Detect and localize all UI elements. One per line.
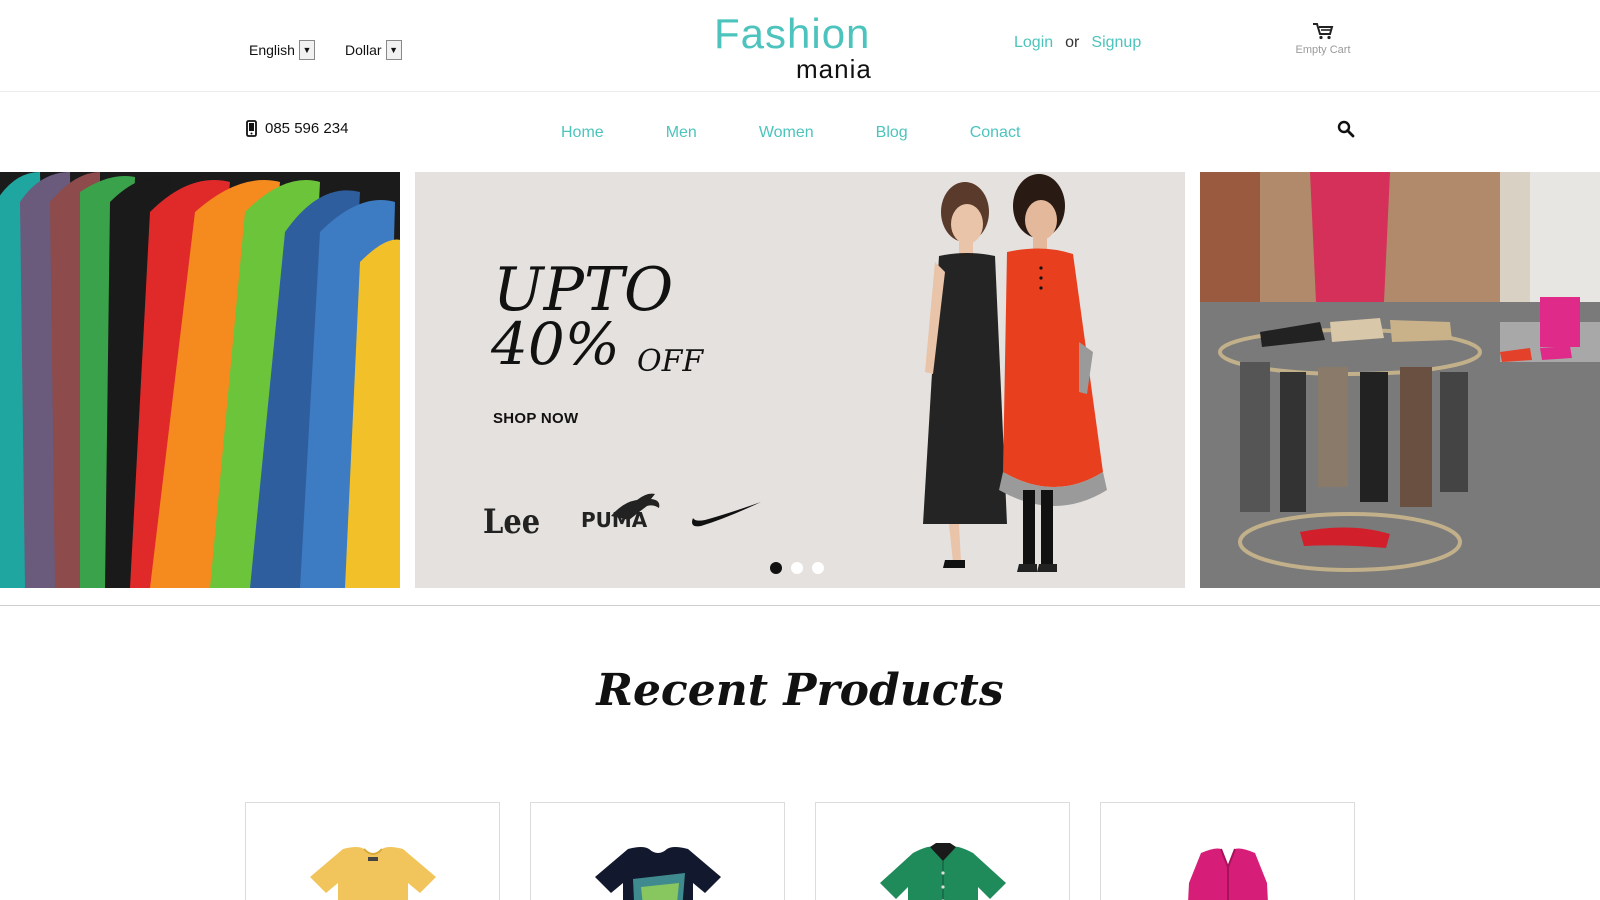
dropdown-arrow-icon[interactable]: ▼: [298, 40, 315, 60]
currency-select-value: Dollar: [345, 42, 382, 58]
search-icon: [1337, 120, 1355, 138]
currency-select[interactable]: Dollar ▼: [345, 40, 402, 60]
product-card[interactable]: [815, 802, 1070, 900]
phone-number: 085 596 234: [265, 120, 349, 137]
product-card[interactable]: [1100, 802, 1355, 900]
nike-swoosh-icon: [692, 502, 761, 527]
site-logo[interactable]: Fashion mania: [714, 10, 884, 84]
models-image: [923, 174, 1107, 572]
carousel-dot-3[interactable]: [812, 562, 824, 574]
promo-off-text: OFF: [637, 344, 704, 379]
product-card[interactable]: [245, 802, 500, 900]
hero-carousel: UPTO 40% OFF SHOP NOW Lee PUMA: [0, 172, 1600, 589]
cart-button[interactable]: Empty Cart: [1290, 22, 1356, 56]
slide-clothes-image[interactable]: [0, 172, 400, 588]
puma-logo: PUMA: [581, 490, 661, 532]
green-shirt-image: [879, 843, 1006, 900]
navy-graphic-tshirt-image: [594, 847, 721, 900]
nav-men[interactable]: Men: [666, 124, 697, 142]
carousel-dot-2[interactable]: [791, 562, 803, 574]
dropdown-arrow-icon[interactable]: ▼: [385, 40, 402, 60]
top-bar: English ▼ Dollar ▼ Fashion mania Login o…: [0, 0, 1600, 92]
language-select[interactable]: English ▼: [249, 40, 315, 60]
main-menu: Home Men Women Blog Conact: [561, 124, 1082, 142]
yellow-tshirt-image: [309, 847, 436, 900]
shop-now-link[interactable]: SHOP NOW: [493, 410, 578, 427]
nav-blog[interactable]: Blog: [876, 124, 908, 142]
auth-links: Login or Signup: [1014, 34, 1141, 52]
shoe-market-image: [1200, 172, 1600, 588]
nav-contact[interactable]: Conact: [970, 124, 1021, 142]
product-card[interactable]: [530, 802, 785, 900]
search-button[interactable]: [1337, 120, 1357, 140]
phone-contact: 085 596 234: [246, 120, 348, 137]
colorful-clothes-image: [0, 172, 400, 588]
signup-link[interactable]: Signup: [1091, 34, 1141, 52]
puma-logo-text: PUMA: [581, 508, 648, 532]
lee-logo: Lee: [483, 502, 541, 542]
carousel-dot-1[interactable]: [770, 562, 782, 574]
pink-cardigan-image: [1187, 848, 1268, 900]
nav-home[interactable]: Home: [561, 124, 604, 142]
logo-text-fashion: Fashion: [714, 10, 871, 57]
mobile-phone-icon: [246, 120, 257, 137]
slide-shoes-image[interactable]: [1200, 172, 1600, 588]
login-link[interactable]: Login: [1014, 34, 1053, 52]
nav-bar: 085 596 234 Home Men Women Blog Conact: [0, 92, 1600, 172]
product-grid: [245, 802, 1355, 900]
promo-percent-text: 40%: [491, 310, 620, 378]
slide-main-promo[interactable]: UPTO 40% OFF SHOP NOW Lee PUMA: [415, 172, 1185, 588]
language-select-value: English: [249, 42, 295, 58]
nav-women[interactable]: Women: [759, 124, 814, 142]
carousel-dots: [770, 562, 824, 574]
recent-products-heading: Recent Products: [596, 665, 1004, 716]
logo-text-mania: mania: [796, 54, 872, 84]
cart-label: Empty Cart: [1295, 44, 1351, 56]
auth-or-text: or: [1065, 34, 1080, 51]
cart-icon: [1313, 23, 1334, 40]
hero-divider: [0, 605, 1600, 606]
